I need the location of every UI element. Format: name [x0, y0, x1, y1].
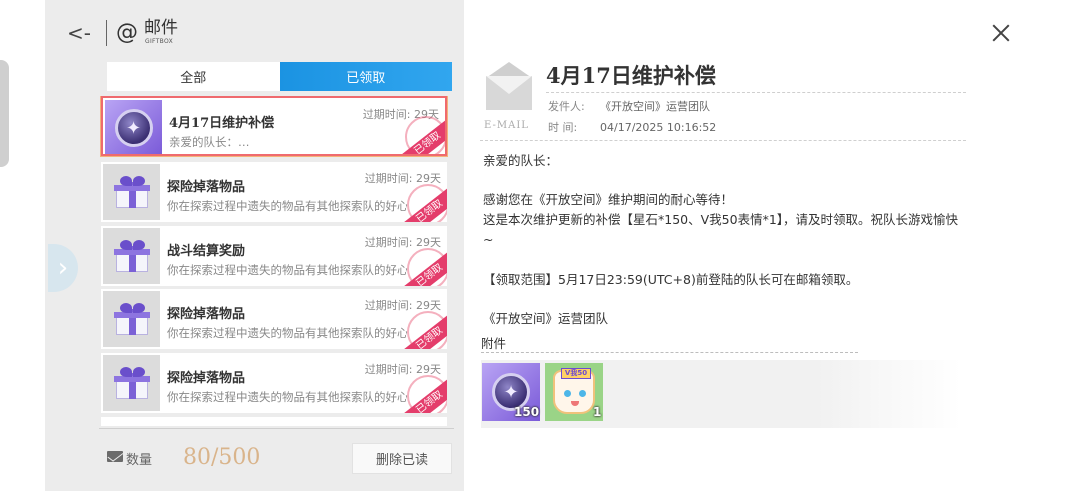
- mail-preview: 亲爱的队长：…: [169, 135, 250, 149]
- sender-row: 发件人: 《开放空间》运营团队: [548, 98, 710, 114]
- time-row: 时 间: 04/17/2025 10:16:52: [548, 119, 716, 135]
- mail-filter-tabs: 全部 已领取: [107, 62, 452, 91]
- email-label: E-MAIL: [484, 120, 529, 131]
- page-subtitle: GIFTBOX: [145, 38, 173, 45]
- header-divider: [106, 20, 107, 46]
- attachments-label: 附件: [481, 336, 507, 351]
- mail-preview: 你在探索过程中遗失的物品有其他探索队的好心: [167, 263, 407, 277]
- claimed-stamp-icon: 已领取: [395, 375, 447, 413]
- divider: [480, 140, 966, 141]
- gift-box-icon: [103, 164, 160, 220]
- mail-item[interactable]: 战斗结算奖励 你在探索过程中遗失的物品有其他探索队的好心 过期时间: 29天 已…: [101, 226, 447, 286]
- mail-item-partial[interactable]: [101, 417, 447, 426]
- mail-title: 战斗结算奖励: [167, 244, 246, 259]
- mail-count-label: 数量: [126, 453, 153, 468]
- mail-preview: 你在探索过程中遗失的物品有其他探索队的好心: [167, 199, 407, 213]
- mail-envelope-icon: [107, 451, 123, 462]
- mail-item[interactable]: 探险掉落物品 你在探索过程中遗失的物品有其他探索队的好心 过期时间: 29天 已…: [101, 289, 447, 349]
- mail-item[interactable]: 探险掉落物品 你在探索过程中遗失的物品有其他探索队的好心 过期时间: 29天 已…: [101, 162, 447, 222]
- mail-signature: 《开放空间》运营团队: [483, 311, 609, 326]
- time-value: 04/17/2025 10:16:52: [600, 121, 717, 134]
- back-arrow-icon: <-: [67, 21, 91, 45]
- edge-pull-tab[interactable]: [0, 60, 9, 167]
- mail-paragraph: 【领取范围】5月17日23:59(UTC+8)前登陆的队长可在邮箱领取。: [483, 272, 859, 287]
- claimed-stamp-icon: 已领取: [395, 248, 447, 286]
- divider: [546, 92, 966, 93]
- time-key: 时 间:: [548, 121, 578, 134]
- attachment-qty: 150: [514, 405, 540, 419]
- attachment-qty: 1: [593, 405, 602, 419]
- mail-detail-title: 4月17日维护补偿: [546, 63, 716, 88]
- claimed-stamp-icon: 已领取: [395, 311, 447, 349]
- sender-key: 发件人:: [548, 100, 585, 113]
- envelope-open-icon: [484, 62, 534, 112]
- mail-count-value: 80/500: [183, 445, 261, 470]
- mail-list[interactable]: ✦ 4月17日维护补偿 亲爱的队长：… 过期时间: 29天 已领取 探险掉落物品…: [99, 96, 450, 426]
- tab-all[interactable]: 全部: [107, 62, 280, 91]
- mail-preview: 你在探索过程中遗失的物品有其他探索队的好心: [167, 326, 407, 340]
- mail-greeting: 亲爱的队长：: [483, 153, 559, 168]
- mail-title: 探险掉落物品: [167, 180, 246, 195]
- page-title: 邮件: [144, 18, 178, 38]
- chevron-right-icon: ›: [57, 253, 69, 283]
- footer-divider: [99, 428, 454, 429]
- at-sign-icon: @: [116, 20, 138, 45]
- mail-title: 4月17日维护补偿: [169, 116, 275, 131]
- mail-paragraph: 感谢您在《开放空间》维护期间的耐心等待！: [483, 192, 734, 207]
- star-orb-icon: ✦: [105, 100, 162, 154]
- close-icon[interactable]: [988, 20, 1014, 46]
- mail-paragraph: 这是本次维护更新的补偿【星石*150、V我50表情*1】，请及时领取。祝队长游戏…: [483, 212, 959, 247]
- mail-title: 探险掉落物品: [167, 371, 246, 386]
- sender-value: 《开放空间》运营团队: [600, 100, 710, 113]
- gift-box-icon: [103, 355, 160, 411]
- gift-box-icon: [103, 228, 160, 284]
- mail-item-selected[interactable]: ✦ 4月17日维护补偿 亲爱的队长：… 过期时间: 29天 已领取: [101, 96, 447, 156]
- divider: [481, 352, 858, 353]
- delete-read-button[interactable]: 删除已读: [352, 443, 452, 474]
- tab-claimed[interactable]: 已领取: [279, 62, 452, 91]
- mail-item[interactable]: 探险掉落物品 你在探索过程中遗失的物品有其他探索队的好心 过期时间: 29天 已…: [101, 353, 447, 413]
- mail-title: 探险掉落物品: [167, 307, 246, 322]
- gift-box-icon: [103, 291, 160, 347]
- back-button[interactable]: <-: [66, 20, 92, 46]
- claimed-stamp-icon: 已领取: [395, 184, 447, 222]
- mail-preview: 你在探索过程中遗失的物品有其他探索队的好心: [167, 390, 407, 404]
- claimed-stamp-icon: 已领取: [393, 116, 445, 154]
